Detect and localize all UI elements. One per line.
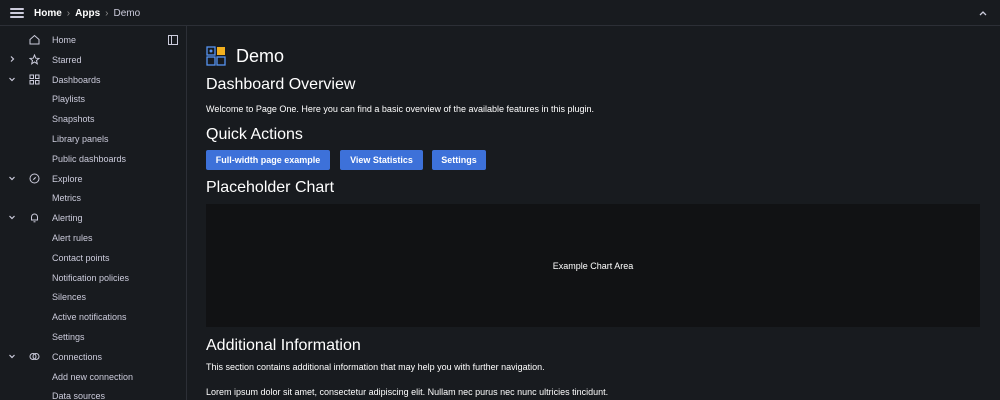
menu-icon[interactable]	[10, 8, 24, 18]
sidebar-item-playlists[interactable]: Playlists	[0, 89, 186, 109]
sidebar-item-label: Metrics	[52, 193, 81, 204]
chevron-down-icon[interactable]	[8, 213, 16, 221]
sidebar-item-label: Add new connection	[52, 371, 134, 382]
breadcrumb-separator-icon: ›	[66, 8, 71, 19]
sidebar-item-label: Notification policies	[52, 272, 130, 283]
sidebar-item-label: Data sources	[52, 391, 106, 400]
top-navigation-bar: Home › Apps › Demo	[0, 0, 1000, 26]
sidebar-item-label: Public dashboards	[52, 153, 127, 164]
sidebar-item-library-panels[interactable]: Library panels	[0, 129, 186, 149]
breadcrumb-apps[interactable]: Apps	[75, 8, 100, 19]
quick-actions-heading: Quick Actions	[206, 126, 303, 143]
sidebar: Home Starred Dashboards Playlists Snapshots L…	[0, 26, 187, 400]
sidebar-item-label: Alerting	[52, 213, 83, 224]
sidebar-item-metrics[interactable]: Metrics	[0, 188, 186, 208]
sidebar-item-label: Library panels	[52, 134, 109, 144]
breadcrumb-separator-icon: ›	[105, 8, 109, 19]
sidebar-item-label: Starred	[52, 54, 82, 65]
dashboard-overview-heading: Dashboard Overview	[206, 76, 356, 93]
sidebar-item-alerting[interactable]: Alerting	[0, 208, 186, 228]
sidebar-item-active-notifications[interactable]: Active notifications	[0, 307, 186, 327]
additional-info-text: This section contains additional informa…	[206, 362, 545, 372]
breadcrumb-current: Demo	[113, 8, 141, 19]
sidebar-item-label: Silences	[52, 292, 87, 303]
chevron-up-icon[interactable]	[978, 8, 988, 18]
welcome-text: Welcome to Page One. Here you can find a…	[206, 104, 595, 114]
app-logo-icon	[206, 46, 226, 66]
breadcrumb-home[interactable]: Home	[34, 8, 62, 19]
sidebar-item-label: Dashboards	[52, 74, 101, 85]
bell-icon	[31, 213, 38, 223]
sidebar-item-connections[interactable]: Connections	[0, 347, 186, 367]
sidebar-item-starred[interactable]: Starred	[0, 50, 186, 70]
sidebar-item-silences[interactable]: Silences	[0, 287, 186, 307]
lorem-text: Lorem ipsum dolor sit amet, consectetur …	[206, 387, 609, 397]
sidebar-item-label: Contact points	[52, 252, 110, 263]
sidebar-item-label: Active notifications	[52, 312, 127, 323]
chevron-down-icon[interactable]	[8, 174, 16, 182]
sidebar-item-label: Connections	[52, 351, 103, 362]
sidebar-item-dashboards[interactable]: Dashboards	[0, 70, 186, 90]
chart-placeholder-text: Example Chart Area	[552, 260, 634, 271]
full-width-page-button[interactable]: Full-width page example	[206, 150, 330, 170]
sidebar-item-explore[interactable]: Explore	[0, 169, 186, 189]
sidebar-item-alert-rules[interactable]: Alert rules	[0, 228, 186, 248]
sidebar-item-settings[interactable]: Settings	[0, 327, 186, 347]
chevron-right-icon[interactable]	[8, 55, 16, 63]
star-icon	[29, 53, 40, 65]
sidebar-item-label: Explore	[52, 173, 83, 184]
sidebar-item-contact-points[interactable]: Contact points	[0, 248, 186, 268]
sidebar-item-data-sources[interactable]: Data sources	[0, 386, 186, 400]
sidebar-item-notification-policies[interactable]: Notification policies	[0, 268, 186, 288]
main-content: Demo Dashboard Overview Welcome to Page …	[187, 26, 1000, 400]
settings-button[interactable]: Settings	[432, 150, 486, 170]
sidebar-item-home[interactable]: Home	[0, 30, 186, 50]
placeholder-chart-heading: Placeholder Chart	[206, 179, 335, 196]
chevron-down-icon[interactable]	[8, 75, 16, 83]
home-icon	[29, 34, 40, 45]
view-statistics-button[interactable]: View Statistics	[340, 150, 423, 170]
sidebar-item-label: Home	[52, 35, 77, 45]
page-title: Demo	[236, 46, 285, 66]
compass-icon	[29, 173, 40, 184]
sidebar-item-label: Settings	[52, 332, 85, 342]
additional-information-heading: Additional Information	[206, 337, 361, 354]
connections-icon	[29, 352, 40, 360]
grid-icon	[29, 74, 40, 85]
sidebar-item-label: Playlists	[52, 94, 86, 105]
sidebar-item-public-dashboards[interactable]: Public dashboards	[0, 149, 186, 169]
sidebar-item-label: Alert rules	[52, 233, 93, 243]
chevron-down-icon[interactable]	[8, 352, 16, 360]
chart-area: Example Chart Area	[206, 204, 980, 327]
sidebar-item-add-new-connection[interactable]: Add new connection	[0, 367, 186, 387]
breadcrumb: Home › Apps › Demo	[34, 8, 140, 19]
sidebar-item-label: Snapshots	[52, 114, 95, 125]
sidebar-item-snapshots[interactable]: Snapshots	[0, 109, 186, 129]
